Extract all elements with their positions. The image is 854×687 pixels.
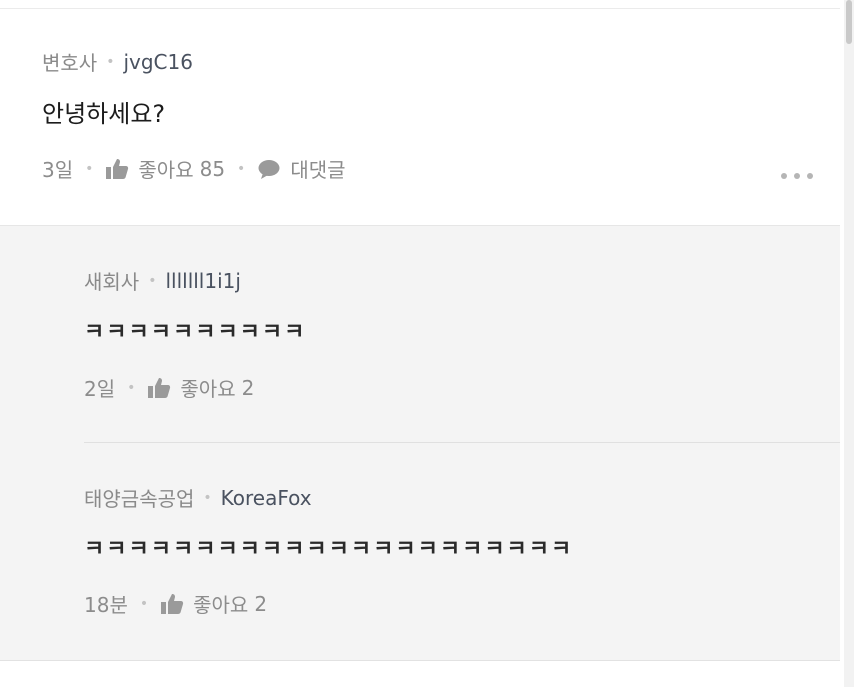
like-count: 2 — [241, 375, 255, 400]
separator-dot: • — [237, 160, 246, 177]
reply-text: ㅋㅋㅋㅋㅋㅋㅋㅋㅋㅋ — [84, 320, 307, 345]
like-label: 좋아요 — [138, 158, 194, 182]
author-company: 새회사 — [84, 270, 140, 294]
reply-text: ㅋㅋㅋㅋㅋㅋㅋㅋㅋㅋㅋㅋㅋㅋㅋㅋㅋㅋㅋㅋㅋㅋ — [84, 537, 574, 562]
reply-author-line: 새회사 • lllllll1i1j — [84, 266, 241, 295]
scrollbar[interactable] — [844, 0, 854, 687]
author-nickname[interactable]: KoreaFox — [221, 486, 312, 510]
reply-author-line: 태양금속공업 • KoreaFox — [84, 483, 312, 512]
scrollbar-thumb[interactable] — [846, 0, 852, 44]
author-company: 변호사 — [42, 51, 98, 75]
comment-text: 안녕하세요? — [42, 100, 166, 128]
main-comment: 변호사 • jvgC16 안녕하세요? 3일 • 좋아요 85 • 대댓글 — [0, 9, 840, 225]
separator-dot: • — [127, 379, 136, 396]
like-label: 좋아요 — [180, 377, 236, 401]
author-nickname[interactable]: jvgC16 — [123, 50, 193, 74]
comment-author-line: 변호사 • jvgC16 — [42, 47, 193, 76]
comment-actions: 3일 • 좋아요 85 • 대댓글 — [42, 154, 346, 183]
thumbs-up-icon — [148, 377, 171, 398]
reply-time: 2일 — [84, 377, 116, 401]
like-count: 85 — [199, 156, 226, 181]
separator-dot: • — [139, 595, 149, 612]
author-company: 태양금속공업 — [84, 487, 195, 511]
reply-actions: 2일 • 좋아요 2 — [84, 373, 254, 402]
thumbs-up-icon — [161, 593, 184, 614]
bottom-area — [0, 661, 840, 687]
like-button[interactable]: 좋아요 2 — [160, 589, 267, 618]
reply-divider — [84, 442, 840, 443]
separator-dot: • — [148, 272, 157, 289]
comment-time: 3일 — [42, 158, 74, 182]
speech-bubble-icon — [258, 159, 280, 179]
like-count: 2 — [254, 591, 268, 616]
more-horizontal-icon[interactable] — [780, 171, 814, 181]
separator-dot: • — [85, 160, 94, 177]
reply-button[interactable]: 대댓글 — [257, 154, 346, 183]
like-button[interactable]: 좋아요 85 — [105, 154, 225, 183]
author-nickname[interactable]: lllllll1i1j — [165, 269, 240, 293]
separator-dot: • — [203, 489, 212, 506]
reply-label: 대댓글 — [290, 158, 346, 182]
separator-dot: • — [106, 53, 115, 70]
thumbs-up-icon — [106, 158, 129, 179]
reply-actions: 18분 • 좋아요 2 — [84, 589, 267, 618]
like-label: 좋아요 — [193, 593, 249, 617]
like-button[interactable]: 좋아요 2 — [147, 373, 254, 402]
reply-time: 18분 — [84, 593, 128, 617]
replies-section: 새회사 • lllllll1i1j ㅋㅋㅋㅋㅋㅋㅋㅋㅋㅋ 2일 • 좋아요 2 … — [0, 225, 840, 661]
